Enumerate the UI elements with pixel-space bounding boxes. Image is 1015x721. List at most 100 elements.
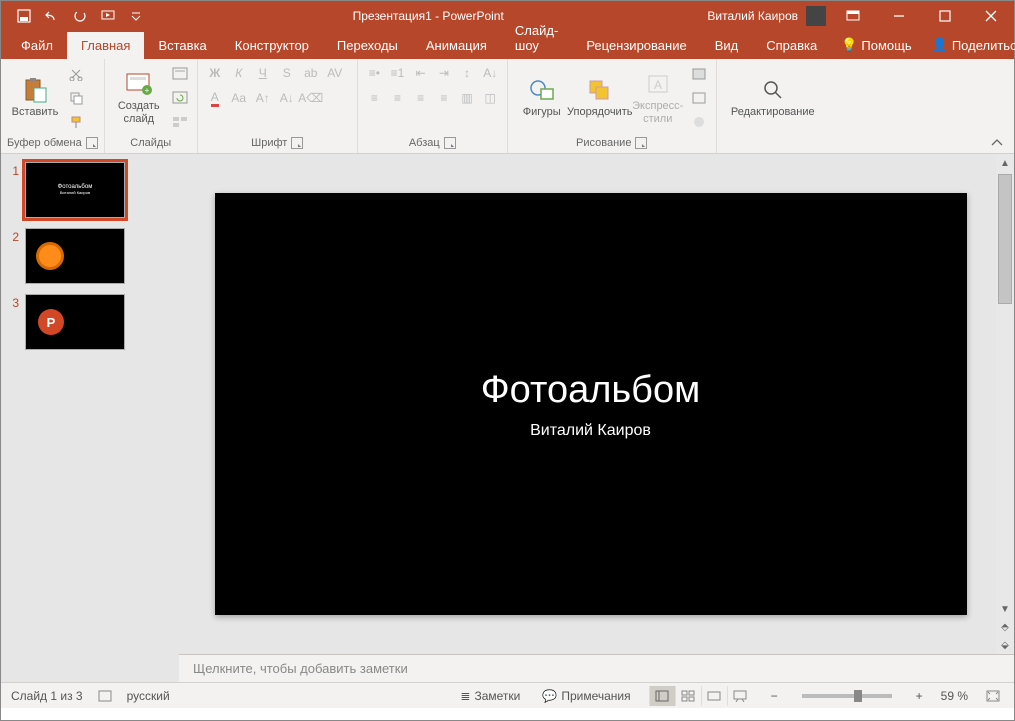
workspace: 1 ФотоальбомВиталий Каиров 2 3 P Фотоаль…	[1, 154, 1014, 682]
slide-thumbnail-2[interactable]	[25, 228, 125, 284]
indent-inc-button[interactable]: ⇥	[433, 63, 454, 83]
save-button[interactable]	[11, 3, 37, 29]
maximize-button[interactable]	[922, 1, 968, 31]
zoom-percent[interactable]: 59 %	[941, 689, 968, 703]
zoom-slider[interactable]	[802, 694, 892, 698]
align-center-button[interactable]: ≡	[387, 88, 408, 108]
tab-view[interactable]: Вид	[701, 32, 753, 59]
font-launcher[interactable]	[291, 137, 303, 149]
minimize-button[interactable]	[876, 1, 922, 31]
slideshow-view-button[interactable]	[727, 686, 753, 706]
share-button[interactable]: 👤Поделиться	[922, 31, 1015, 59]
slide-canvas[interactable]: Фотоальбом Виталий Каиров	[215, 193, 967, 615]
slide-thumbnail-3[interactable]: P	[25, 294, 125, 350]
prev-slide-button[interactable]: ⬘	[996, 618, 1014, 636]
user-avatar[interactable]	[806, 6, 826, 26]
justify-button[interactable]: ≡	[433, 88, 454, 108]
comments-toggle-button[interactable]: 💬Примечания	[538, 689, 634, 703]
shape-effects-button[interactable]	[688, 111, 710, 133]
slide-thumbnail-1[interactable]: ФотоальбомВиталий Каиров	[25, 162, 125, 218]
reset-button[interactable]	[169, 87, 191, 109]
tab-animations[interactable]: Анимация	[412, 32, 501, 59]
layout-button[interactable]	[169, 63, 191, 85]
strike-button[interactable]: S	[276, 63, 298, 83]
close-button[interactable]	[968, 1, 1014, 31]
scroll-up-button[interactable]: ▲	[996, 154, 1014, 172]
columns-button[interactable]: ▥	[456, 88, 477, 108]
group-slides: + Создать слайд Слайды	[105, 59, 198, 153]
tell-me-button[interactable]: 💡Помощь	[831, 31, 921, 59]
shrink-font-button[interactable]: A↓	[276, 88, 298, 108]
tab-transitions[interactable]: Переходы	[323, 32, 412, 59]
indent-dec-button[interactable]: ⇤	[410, 63, 431, 83]
tab-insert[interactable]: Вставка	[144, 32, 220, 59]
qat-customize-button[interactable]	[123, 3, 149, 29]
bullets-button[interactable]: ≡•	[364, 63, 385, 83]
next-slide-button[interactable]: ⬙	[996, 636, 1014, 654]
scroll-down-button[interactable]: ▼	[996, 600, 1014, 618]
bold-button[interactable]: Ж	[204, 63, 226, 83]
change-case-button[interactable]: Aa	[228, 88, 250, 108]
zoom-in-button[interactable]: +	[912, 689, 927, 703]
tab-help[interactable]: Справка	[752, 32, 831, 59]
shapes-button[interactable]: Фигуры	[514, 63, 570, 133]
normal-view-button[interactable]	[649, 686, 675, 706]
thumbnail-row: 1 ФотоальбомВиталий Каиров	[5, 162, 175, 218]
shape-fill-button[interactable]	[688, 63, 710, 85]
paste-button[interactable]: Вставить	[7, 63, 63, 133]
notes-pane[interactable]: Щелкните, чтобы добавить заметки	[179, 654, 1014, 682]
format-painter-button[interactable]	[65, 111, 87, 133]
redo-button[interactable]	[67, 3, 93, 29]
fit-to-window-button[interactable]	[982, 690, 1004, 702]
user-area: Виталий Каиров	[707, 6, 830, 26]
arrange-button[interactable]: Упорядочить	[572, 63, 628, 133]
section-button[interactable]	[169, 111, 191, 133]
comments-btn-label: Примечания	[561, 689, 630, 703]
reading-view-button[interactable]	[701, 686, 727, 706]
grow-font-button[interactable]: A↑	[252, 88, 274, 108]
smartart-button[interactable]: ◫	[480, 88, 501, 108]
scroll-thumb[interactable]	[998, 174, 1012, 304]
numbering-button[interactable]: ≡1	[387, 63, 408, 83]
spellcheck-icon[interactable]	[97, 689, 113, 703]
shadow-button[interactable]: ab	[300, 63, 322, 83]
start-slideshow-button[interactable]	[95, 3, 121, 29]
align-left-button[interactable]: ≡	[364, 88, 385, 108]
language-label[interactable]: русский	[127, 689, 170, 703]
clipboard-launcher[interactable]	[86, 137, 98, 149]
text-direction-button[interactable]: A↓	[480, 63, 501, 83]
drawing-launcher[interactable]	[635, 137, 647, 149]
collapse-ribbon-button[interactable]	[988, 135, 1006, 149]
editing-label: Редактирование	[731, 106, 815, 119]
line-spacing-button[interactable]: ↕	[456, 63, 477, 83]
copy-button[interactable]	[65, 87, 87, 109]
slide-title-text: Фотоальбом	[481, 369, 700, 412]
paragraph-launcher[interactable]	[444, 137, 456, 149]
underline-button[interactable]: Ч	[252, 63, 274, 83]
slide-counter[interactable]: Слайд 1 из 3	[11, 689, 83, 703]
cut-button[interactable]	[65, 63, 87, 85]
char-spacing-button[interactable]: AV	[324, 63, 346, 83]
clear-format-button[interactable]: A⌫	[300, 88, 322, 108]
slide-canvas-wrap: Фотоальбом Виталий Каиров ▲ ▼ ⬘ ⬙	[179, 154, 1014, 654]
notes-toggle-button[interactable]: ≣Заметки	[456, 689, 524, 703]
undo-button[interactable]	[39, 3, 65, 29]
tab-design[interactable]: Конструктор	[221, 32, 323, 59]
font-color-button[interactable]: A	[204, 88, 226, 108]
editing-button[interactable]: Редактирование	[723, 63, 823, 133]
align-right-button[interactable]: ≡	[410, 88, 431, 108]
italic-button[interactable]: К	[228, 63, 250, 83]
new-slide-button[interactable]: + Создать слайд	[111, 63, 167, 133]
tab-slideshow[interactable]: Слайд-шоу	[501, 17, 572, 59]
vertical-scrollbar[interactable]: ▲ ▼ ⬘ ⬙	[996, 154, 1014, 654]
shape-outline-button[interactable]	[688, 87, 710, 109]
tab-review[interactable]: Рецензирование	[572, 32, 700, 59]
ribbon-display-options-button[interactable]	[830, 1, 876, 31]
sorter-view-button[interactable]	[675, 686, 701, 706]
tab-file[interactable]: Файл	[7, 32, 67, 59]
tab-home[interactable]: Главная	[67, 32, 144, 59]
window-title: Презентация1 - PowerPoint	[149, 9, 707, 23]
zoom-out-button[interactable]: −	[767, 689, 782, 703]
quick-styles-button[interactable]: A Экспресс-стили	[630, 63, 686, 133]
zoom-handle[interactable]	[854, 690, 862, 702]
